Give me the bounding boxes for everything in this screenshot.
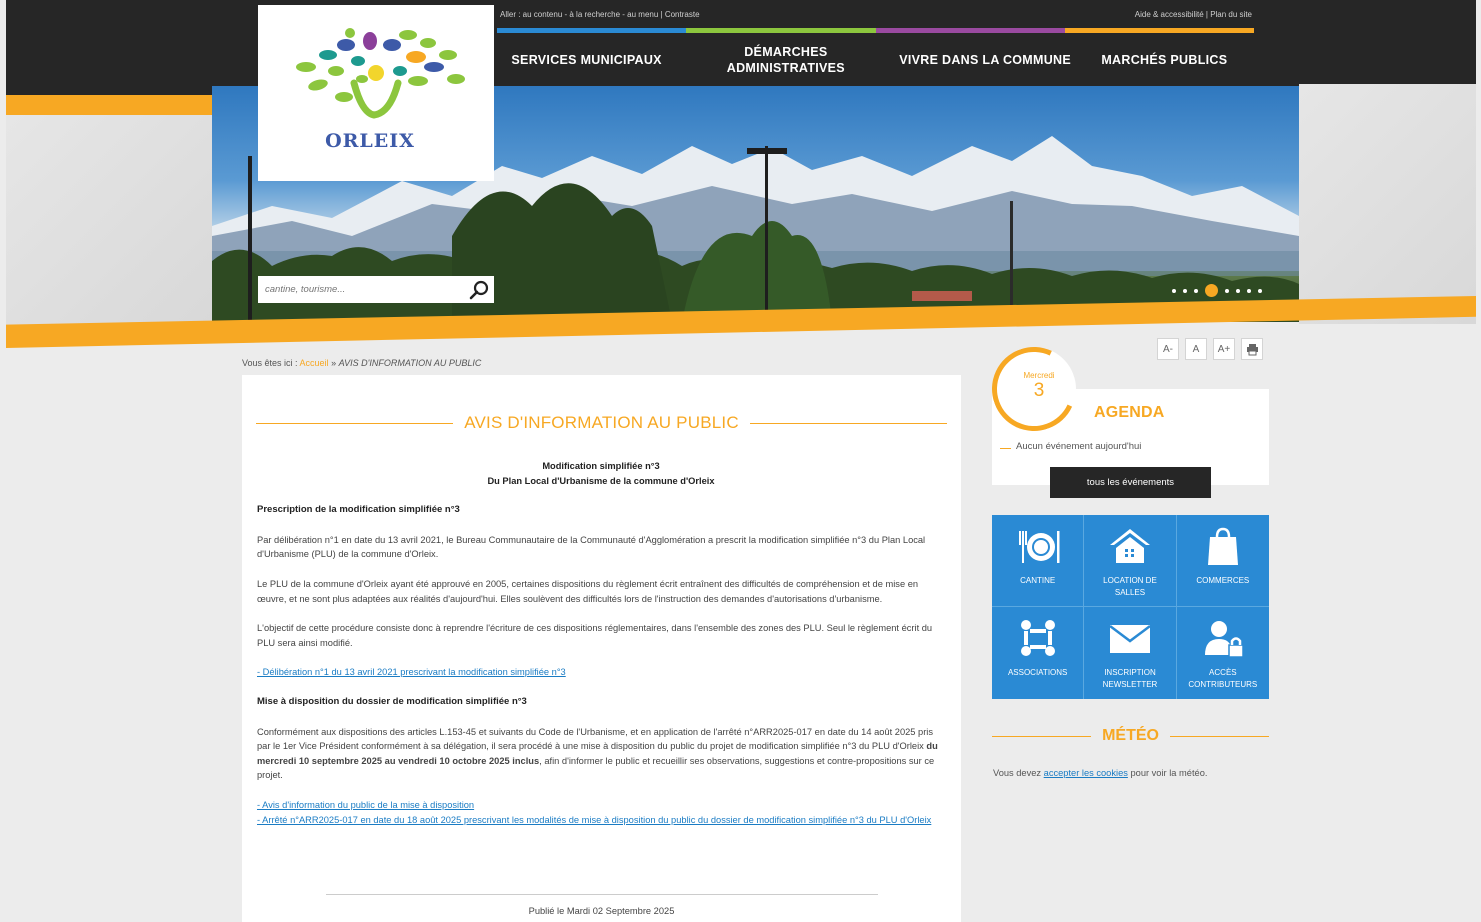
- house-icon: [1109, 529, 1150, 563]
- quick-link-acces-contributeurs[interactable]: ACCÈS CONTRIBUTEURS: [1177, 607, 1269, 699]
- font-normal-button[interactable]: A: [1185, 338, 1207, 360]
- quick-link-location-salles[interactable]: LOCATION DE SALLES: [1084, 515, 1177, 607]
- envelope-icon: [1109, 625, 1151, 653]
- nav-strip-green: [686, 28, 876, 33]
- slide-dot[interactable]: [1172, 288, 1176, 293]
- printer-icon: [1246, 343, 1258, 355]
- nav-color-strip: [497, 28, 1254, 33]
- agenda-rule: [1000, 448, 1011, 449]
- quick-link-label: ASSOCIATIONS: [1007, 668, 1068, 677]
- slide-dot[interactable]: [1258, 288, 1262, 293]
- quick-link-associations[interactable]: ASSOCIATIONS: [992, 607, 1085, 699]
- article-title-row: AVIS D'INFORMATION AU PUBLIC: [256, 413, 947, 433]
- paragraph-mise-a-disposition: Conformément aux dispositions des articl…: [257, 725, 945, 783]
- breadcrumb-separator: »: [331, 358, 337, 368]
- title-rule-left: [256, 422, 454, 424]
- meteo-text-before: Vous devez: [993, 768, 1044, 778]
- article-body: Modification simplifiée n°3 Du Plan Loca…: [257, 459, 945, 827]
- meteo-message: Vous devez accepter les cookies pour voi…: [993, 768, 1207, 778]
- article-panel: AVIS D'INFORMATION AU PUBLIC Modificatio…: [242, 375, 961, 922]
- section-title-mise-a-disposition: Mise à disposition du dossier de modific…: [257, 695, 527, 707]
- nav-strip-purple: [875, 28, 1065, 33]
- meteo-rule-left: [992, 735, 1092, 737]
- agenda-day-number: 3: [1033, 380, 1045, 401]
- accept-cookies-link[interactable]: accepter les cookies: [1044, 768, 1128, 778]
- title-rule-right: [749, 422, 947, 424]
- quick-link-label: CANTINE: [1020, 576, 1056, 585]
- all-events-button[interactable]: tous les événements: [1050, 467, 1211, 498]
- quick-link-newsletter[interactable]: INSCRIPTION NEWSLETTER: [1084, 607, 1177, 699]
- people-icon: [1020, 620, 1055, 656]
- link-deliberation-pdf[interactable]: - Délibération n°1 du 13 avril 2021 pres…: [257, 667, 566, 677]
- nav-item-services-municipaux[interactable]: SERVICES MUNICIPAUX: [497, 34, 676, 86]
- search-icon[interactable]: [469, 280, 489, 300]
- paragraph-deliberation: Par délibération n°1 en date du 13 avril…: [257, 534, 926, 560]
- breadcrumb-current: AVIS D'INFORMATION AU PUBLIC: [338, 358, 482, 368]
- print-button[interactable]: [1241, 338, 1263, 360]
- article-heading-2: Du Plan Local d'Urbanisme de la commune …: [487, 475, 715, 486]
- agenda-day: Mercredi: [1023, 371, 1055, 380]
- skip-links[interactable]: Aller : au contenu - à la recherche - au…: [500, 10, 700, 19]
- quick-link-cantine[interactable]: CANTINE: [992, 515, 1085, 607]
- nav-item-marches-publics[interactable]: MARCHÉS PUBLICS: [1075, 34, 1254, 86]
- shopping-bag-icon: [1207, 527, 1238, 565]
- published-date: Publié le Mardi 02 Septembre 2025: [528, 906, 675, 916]
- article-divider: [326, 894, 878, 895]
- quick-links: CANTINE LOCATION DE SALLES COMMERCES ASS…: [992, 515, 1269, 699]
- logo-wordmark: ORLEIX: [325, 130, 415, 152]
- hero-side-panel-left: [6, 115, 212, 330]
- user-lock-icon: [1204, 621, 1244, 658]
- utility-links[interactable]: Aide & accessibilité | Plan du site: [1135, 10, 1252, 19]
- breadcrumb-home-link[interactable]: Accueil: [300, 358, 329, 368]
- breadcrumb: Vous êtes ici : Accueil » AVIS D'INFORMA…: [242, 358, 481, 368]
- font-larger-button[interactable]: A+: [1213, 338, 1235, 360]
- orleix-tree-logo-icon: [296, 28, 465, 119]
- link-arrete[interactable]: - Arrêté n°ARR2025-017 en date du 18 aoû…: [257, 815, 931, 825]
- utility-bar: Aller : au contenu - à la recherche - au…: [500, 10, 1252, 24]
- agenda-no-event: Aucun événement aujourd'hui: [1016, 441, 1142, 452]
- slide-dot-active[interactable]: [1205, 284, 1218, 297]
- nav-item-vivre-dans-la-commune[interactable]: VIVRE DANS LA COMMUNE: [896, 34, 1075, 86]
- meteo-rule-right: [1169, 735, 1270, 737]
- quick-link-label: COMMERCES: [1196, 576, 1250, 585]
- hero-side-panel-right: [1299, 84, 1476, 324]
- search-input[interactable]: [258, 276, 463, 303]
- page-title: AVIS D'INFORMATION AU PUBLIC: [464, 413, 739, 432]
- site-logo[interactable]: ORLEIX: [258, 5, 494, 181]
- text-tools: A- A A+: [1157, 338, 1263, 360]
- quick-link-label: INSCRIPTION NEWSLETTER: [1102, 668, 1158, 689]
- paragraph-plu-context: Le PLU de la commune d'Orleix ayant été …: [257, 578, 919, 604]
- meteo-text-after: pour voir la météo.: [1127, 768, 1208, 778]
- plate-icon: [1018, 531, 1060, 563]
- agenda-date: Mercredi 3: [997, 371, 1081, 402]
- slide-dot[interactable]: [1183, 288, 1187, 293]
- quick-link-label: LOCATION DE SALLES: [1103, 576, 1157, 597]
- agenda-title: AGENDA: [1094, 404, 1165, 421]
- paragraph-objective: L'objectif de cette procédure consiste d…: [257, 623, 933, 648]
- nav-item-demarches-administratives[interactable]: DÉMARCHES ADMINISTRATIVES: [676, 34, 895, 86]
- search-box: [258, 276, 494, 303]
- slide-dot[interactable]: [1194, 288, 1198, 293]
- slide-dot[interactable]: [1236, 288, 1240, 293]
- meteo-title-row: MÉTÉO: [992, 726, 1270, 746]
- nav-strip-blue: [497, 28, 687, 33]
- font-smaller-button[interactable]: A-: [1157, 338, 1179, 360]
- breadcrumb-prefix: Vous êtes ici :: [242, 358, 298, 368]
- article-heading-1: Modification simplifiée n°3: [542, 461, 660, 471]
- quick-link-commerces[interactable]: COMMERCES: [1176, 515, 1269, 607]
- slider-pagination: [1172, 284, 1262, 297]
- link-avis-information[interactable]: - Avis d'information du public de la mis…: [257, 800, 474, 810]
- nav-strip-orange: [1064, 28, 1254, 33]
- slide-dot[interactable]: [1247, 288, 1251, 293]
- quick-link-label: ACCÈS CONTRIBUTEURS: [1188, 668, 1258, 689]
- section-title-prescription: Prescription de la modification simplifi…: [257, 504, 460, 516]
- paragraph-part-a: Conformément aux dispositions des articl…: [257, 726, 934, 752]
- slide-dot[interactable]: [1225, 288, 1229, 293]
- meteo-title: MÉTÉO: [1102, 727, 1159, 744]
- main-nav: SERVICES MUNICIPAUX DÉMARCHES ADMINISTRA…: [497, 34, 1254, 86]
